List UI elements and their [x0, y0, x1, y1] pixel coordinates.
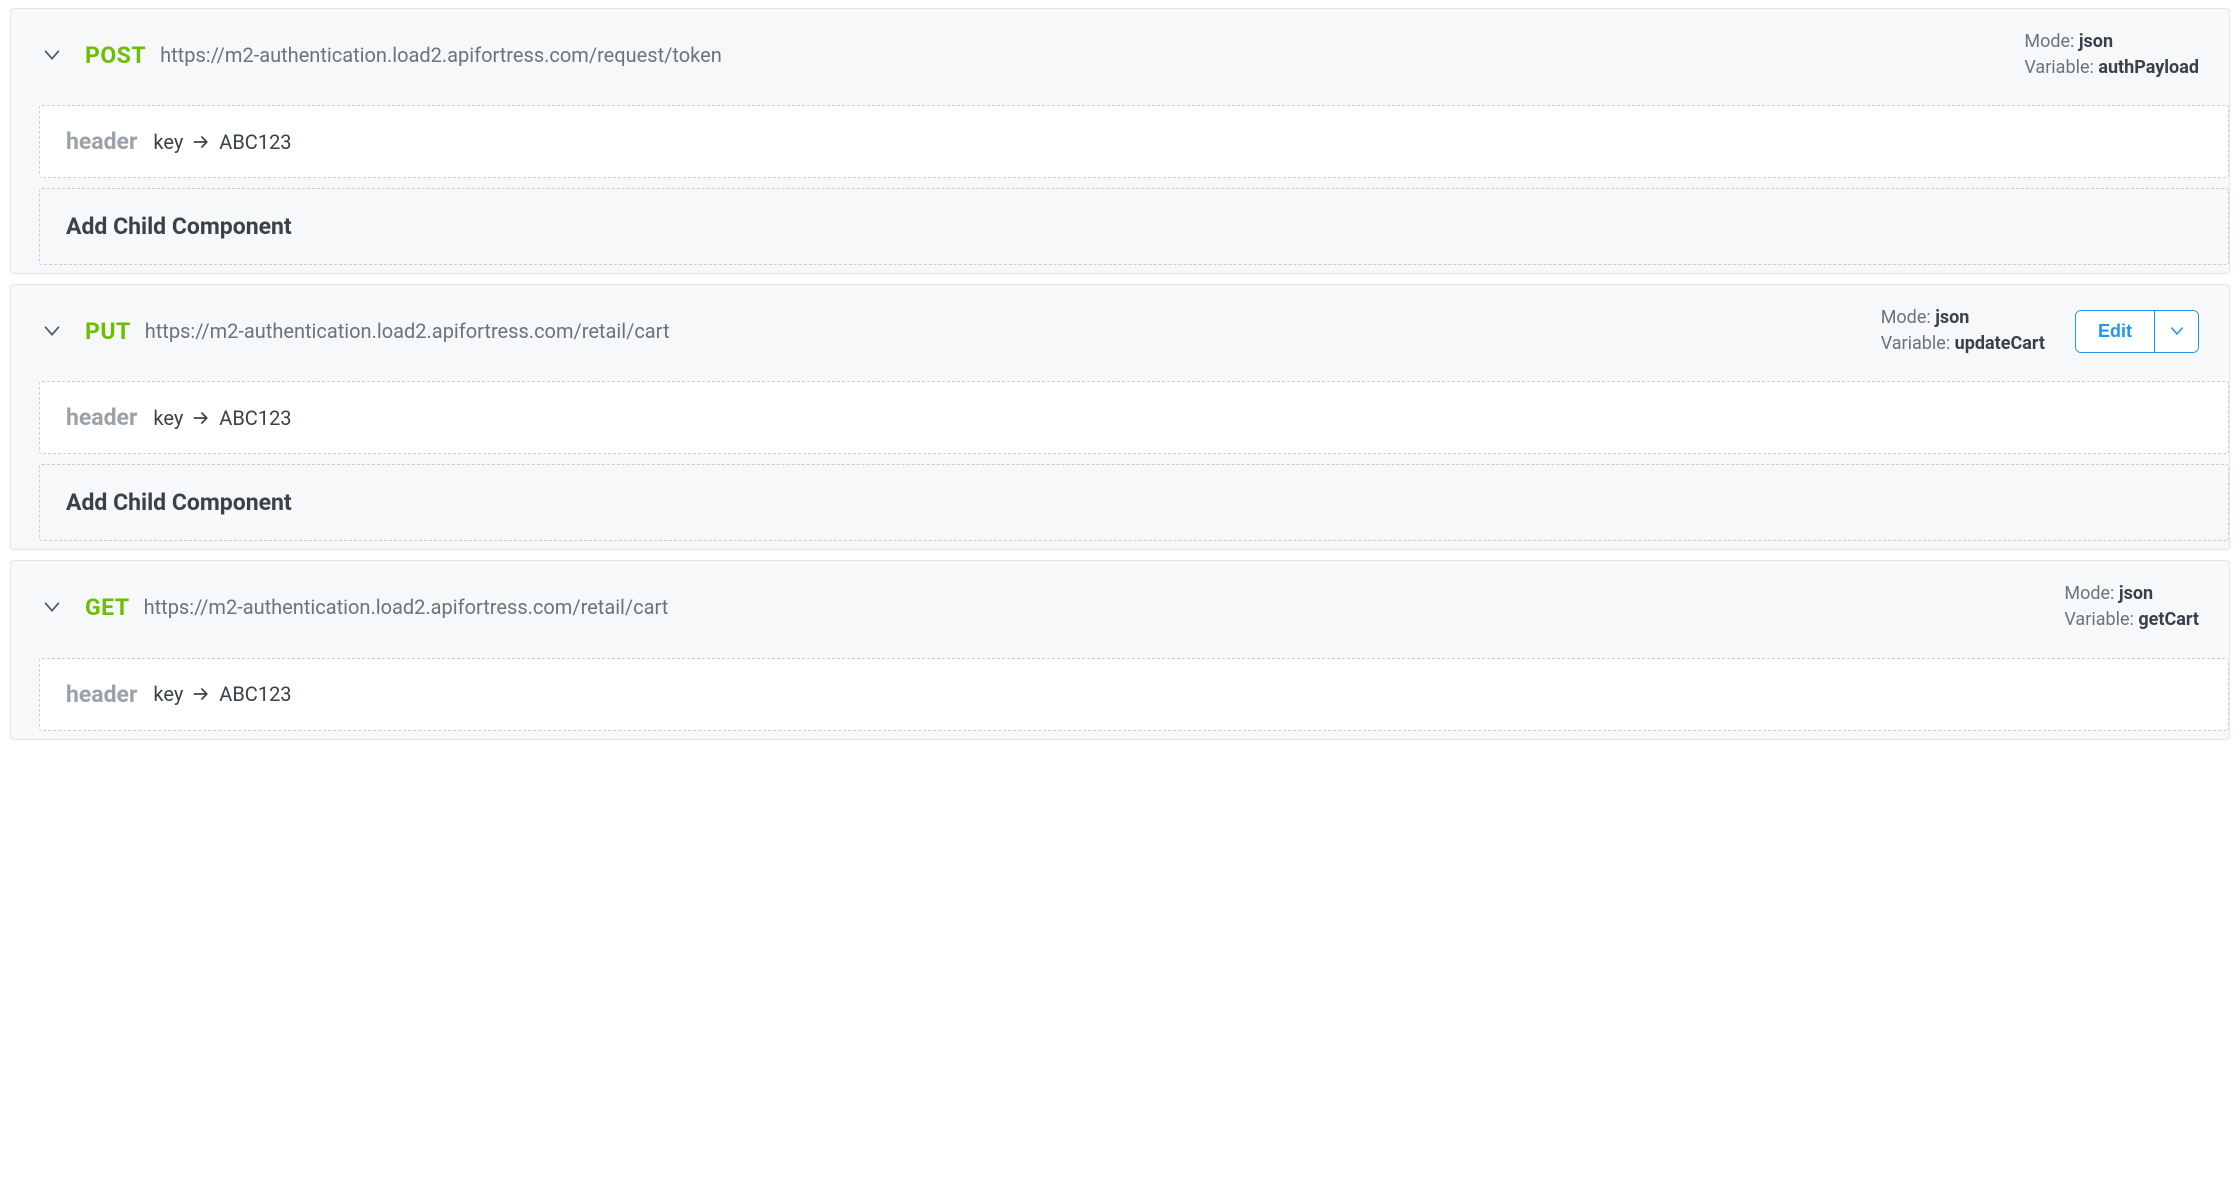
arrow-right-icon — [191, 684, 211, 704]
request-meta: Mode: json Variable: getCart — [2064, 581, 2199, 633]
header-row[interactable]: header key ABC123 — [39, 381, 2229, 454]
request-meta: Mode: json Variable: updateCart — [1881, 305, 2045, 357]
chevron-down-icon[interactable] — [41, 596, 63, 618]
add-child-component-button[interactable]: Add Child Component — [39, 464, 2229, 541]
chevron-down-icon[interactable] — [41, 320, 63, 342]
component-kind-label: header — [66, 681, 137, 708]
component-kind-label: header — [66, 128, 137, 155]
header-row[interactable]: header key ABC123 — [39, 105, 2229, 178]
header-value: ABC123 — [219, 406, 291, 430]
header-kv: key ABC123 — [153, 130, 291, 154]
mode-value: json — [2079, 31, 2113, 52]
header-kv: key ABC123 — [153, 682, 291, 706]
arrow-right-icon — [191, 132, 211, 152]
mode-label: Mode: — [2064, 583, 2114, 604]
request-block[interactable]: POST https://m2-authentication.load2.api… — [10, 8, 2230, 274]
header-kv: key ABC123 — [153, 406, 291, 430]
header-value: ABC123 — [219, 682, 291, 706]
mode-value: json — [1935, 307, 1969, 328]
request-url: https://m2-authentication.load2.apifortr… — [145, 319, 670, 343]
request-header-left: GET https://m2-authentication.load2.apif… — [41, 594, 2064, 621]
request-url: https://m2-authentication.load2.apifortr… — [144, 595, 669, 619]
http-method: GET — [85, 594, 130, 621]
add-child-component-button[interactable]: Add Child Component — [39, 188, 2229, 265]
http-method: PUT — [85, 318, 131, 345]
mode-value: json — [2119, 583, 2153, 604]
variable-value: authPayload — [2098, 57, 2199, 78]
request-header-left: PUT https://m2-authentication.load2.apif… — [41, 318, 1881, 345]
request-header-right: Mode: json Variable: authPayload — [2024, 29, 2209, 81]
edit-dropdown-button[interactable] — [2154, 311, 2198, 352]
edit-button-group: Edit — [2075, 310, 2199, 353]
http-method: POST — [85, 42, 146, 69]
variable-value: getCart — [2138, 609, 2199, 630]
request-block[interactable]: PUT https://m2-authentication.load2.apif… — [10, 284, 2230, 550]
request-block-header: POST https://m2-authentication.load2.api… — [11, 9, 2229, 91]
header-key: key — [153, 406, 183, 430]
header-key: key — [153, 682, 183, 706]
request-block[interactable]: GET https://m2-authentication.load2.apif… — [10, 560, 2230, 739]
header-row[interactable]: header key ABC123 — [39, 658, 2229, 731]
arrow-right-icon — [191, 408, 211, 428]
request-children: header key ABC123 Add Child Component — [11, 105, 2229, 265]
request-meta: Mode: json Variable: authPayload — [2024, 29, 2199, 81]
header-value: ABC123 — [219, 130, 291, 154]
request-header-right: Mode: json Variable: updateCart Edit — [1881, 305, 2209, 357]
request-header-left: POST https://m2-authentication.load2.api… — [41, 42, 2024, 69]
request-block-header: GET https://m2-authentication.load2.apif… — [11, 561, 2229, 643]
mode-label: Mode: — [2024, 31, 2074, 52]
variable-label: Variable: — [2064, 609, 2134, 630]
add-child-label: Add Child Component — [66, 213, 292, 240]
request-header-right: Mode: json Variable: getCart — [2064, 581, 2209, 633]
variable-label: Variable: — [1881, 333, 1951, 354]
test-composer-canvas: POST https://m2-authentication.load2.api… — [0, 0, 2240, 748]
variable-label: Variable: — [2024, 57, 2094, 78]
chevron-down-icon[interactable] — [41, 44, 63, 66]
add-child-label: Add Child Component — [66, 489, 292, 516]
request-children: header key ABC123 Add Child Component — [11, 381, 2229, 541]
edit-button[interactable]: Edit — [2076, 311, 2154, 352]
request-block-header: PUT https://m2-authentication.load2.apif… — [11, 285, 2229, 367]
header-key: key — [153, 130, 183, 154]
component-kind-label: header — [66, 404, 137, 431]
request-children: header key ABC123 — [11, 658, 2229, 731]
variable-value: updateCart — [1955, 333, 2045, 354]
request-url: https://m2-authentication.load2.apifortr… — [160, 43, 722, 67]
mode-label: Mode: — [1881, 307, 1931, 328]
